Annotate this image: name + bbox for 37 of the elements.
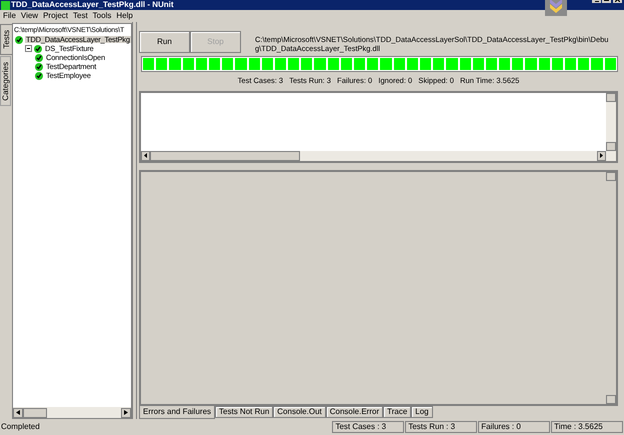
scroll-left-button[interactable]	[13, 408, 23, 418]
arrows-logo-icon	[545, 0, 567, 16]
window-title: TDD_DataAccessLayer_TestPkg.dll - NUnit	[11, 1, 174, 9]
scroll-left-button[interactable]	[141, 150, 150, 160]
scroll-right-button[interactable]	[121, 408, 131, 418]
test-button[interactable]: Run	[139, 31, 190, 53]
side-tab[interactable]: Categories	[0, 56, 11, 106]
menu-item[interactable]: Help	[115, 12, 134, 20]
menu-item[interactable]: View	[20, 12, 40, 20]
collapse-toggle[interactable]	[25, 45, 32, 52]
scroll-down-button[interactable]	[606, 395, 616, 404]
result-tab[interactable]: Errors and Failures	[139, 406, 216, 419]
result-tab[interactable]: Trace	[383, 406, 412, 418]
status-panel: Test Cases : 3	[332, 421, 404, 433]
result-tab[interactable]: Console.Out	[273, 406, 326, 418]
left-arrow-icon	[144, 153, 147, 158]
scroll-thumb[interactable]	[150, 150, 300, 160]
scroll-up-button[interactable]	[606, 92, 616, 102]
menu-item[interactable]: Tools	[92, 12, 112, 20]
menu-item[interactable]: File	[2, 12, 17, 20]
status-panel: Tests Run : 3	[405, 421, 478, 433]
right-arrow-icon	[600, 153, 603, 158]
left-arrow-icon	[16, 410, 20, 415]
result-tab[interactable]: Log	[411, 406, 433, 418]
menu-item[interactable]: Project	[42, 12, 69, 20]
result-tab[interactable]: Console.Error	[326, 406, 384, 418]
status-panel: Failures : 0	[478, 421, 550, 433]
menu-item[interactable]: Test	[72, 12, 89, 20]
status-message: Completed	[0, 423, 41, 431]
right-arrow-icon	[124, 410, 128, 415]
side-tab[interactable]: Tests	[0, 24, 12, 55]
status-panel: Time : 3.5625	[551, 421, 623, 433]
scroll-up-button[interactable]	[606, 172, 616, 180]
app-icon	[1, 0, 10, 10]
scroll-right-button[interactable]	[597, 150, 606, 160]
scroll-thumb[interactable]	[23, 408, 47, 418]
result-tab[interactable]: Tests Not Run	[215, 406, 274, 418]
